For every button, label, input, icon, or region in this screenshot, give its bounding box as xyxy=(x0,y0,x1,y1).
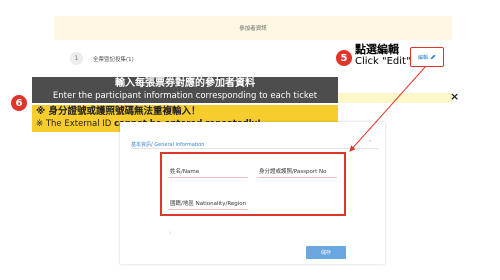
nationality-field[interactable] xyxy=(168,209,248,210)
instruction-callout-zh: 輸入每張票券對應的參加者資料 xyxy=(115,78,255,89)
passport-field[interactable] xyxy=(257,177,337,178)
modal-header-strip xyxy=(338,93,452,103)
instruction-callout-en: Enter the participant information corres… xyxy=(52,91,318,101)
warning-line-en-prefix: ※ The External ID xyxy=(36,119,115,129)
edit-button[interactable]: 編輯 xyxy=(410,47,444,67)
chevron-up-icon[interactable]: ⌃ xyxy=(367,139,373,147)
passport-field-label: 身分證或護照/Passport No xyxy=(259,169,327,175)
participant-index-badge: 1 xyxy=(70,52,83,65)
edit-callout: 點選編輯 Click "Edit" xyxy=(355,44,411,68)
nationality-field-label: 國籍/地區 Nationality/Region xyxy=(170,201,247,207)
participant-ticket-label: 全票暨記投集(1) xyxy=(93,57,134,63)
chevron-down-icon[interactable]: ⌄ xyxy=(367,124,373,132)
edit-callout-zh: 點選編輯 xyxy=(355,43,399,56)
edit-callout-en: Click "Edit" xyxy=(355,56,411,67)
pencil-icon xyxy=(430,54,436,60)
save-button[interactable]: 儲存 xyxy=(306,246,346,259)
page-header: 參加者資訊 xyxy=(54,16,452,40)
warning-line-zh: ※ 身分證號或護照號碼無法重複輸入！ xyxy=(36,106,201,117)
instruction-callout: 輸入每張票券對應的參加者資料 Enter the participant inf… xyxy=(32,77,338,103)
section-divider xyxy=(131,148,379,149)
name-field[interactable] xyxy=(168,177,248,178)
step-6-badge: 6 xyxy=(11,95,27,111)
more-indicator: ⁝ xyxy=(170,230,172,235)
step-5-badge: 5 xyxy=(336,50,352,66)
close-icon[interactable]: × xyxy=(450,90,459,103)
section-title: 基本資訊/ General information xyxy=(131,142,205,148)
name-field-label: 姓名/Name xyxy=(170,169,200,175)
edit-button-label: 編輯 xyxy=(417,54,428,61)
page-header-title: 參加者資訊 xyxy=(239,26,267,32)
